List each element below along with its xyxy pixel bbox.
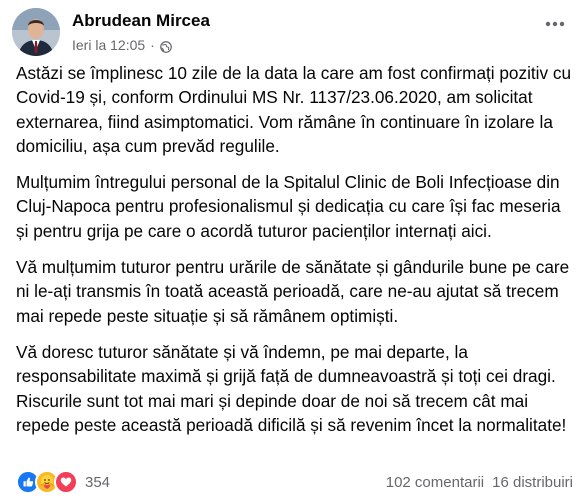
- post-paragraph: Astăzi se împlinesc 10 zile de la data l…: [16, 63, 572, 156]
- more-horizontal-icon[interactable]: [537, 12, 573, 36]
- avatar-image: [12, 8, 60, 56]
- reactions-summary[interactable]: 354: [16, 470, 110, 494]
- love-icon: [54, 470, 78, 494]
- author-avatar[interactable]: [12, 8, 60, 56]
- post-subline: Ieri la 12:05 ·: [72, 36, 210, 54]
- post-stats: 102 comentarii 16 distribuiri: [386, 474, 573, 491]
- reaction-count: 354: [85, 473, 111, 491]
- post-paragraph: Mulțumim întregului personal de la Spita…: [16, 172, 561, 241]
- author-name[interactable]: Abrudean Mircea: [72, 10, 210, 32]
- post-timestamp[interactable]: Ieri la 12:05: [72, 36, 145, 54]
- post-header: Abrudean Mircea Ieri la 12:05 ·: [12, 8, 573, 56]
- post-footer: 354 102 comentarii 16 distribuiri: [16, 470, 573, 494]
- separator-dot: ·: [150, 37, 155, 53]
- post-meta: Abrudean Mircea Ieri la 12:05 ·: [72, 8, 210, 54]
- shares-count[interactable]: 16 distribuiri: [492, 474, 573, 491]
- comments-count[interactable]: 102 comentarii: [386, 474, 484, 491]
- post-paragraph: Vă mulțumim tuturor pentru urările de să…: [16, 257, 570, 326]
- post-paragraph: Vă doresc tuturor sănătate și vă îndemn,…: [16, 341, 567, 435]
- globe-icon[interactable]: [159, 39, 172, 53]
- facebook-post: Abrudean Mircea Ieri la 12:05 · Astăzi s…: [0, 0, 585, 500]
- post-body: Astăzi se împlinesc 10 zile de la data l…: [16, 61, 572, 449]
